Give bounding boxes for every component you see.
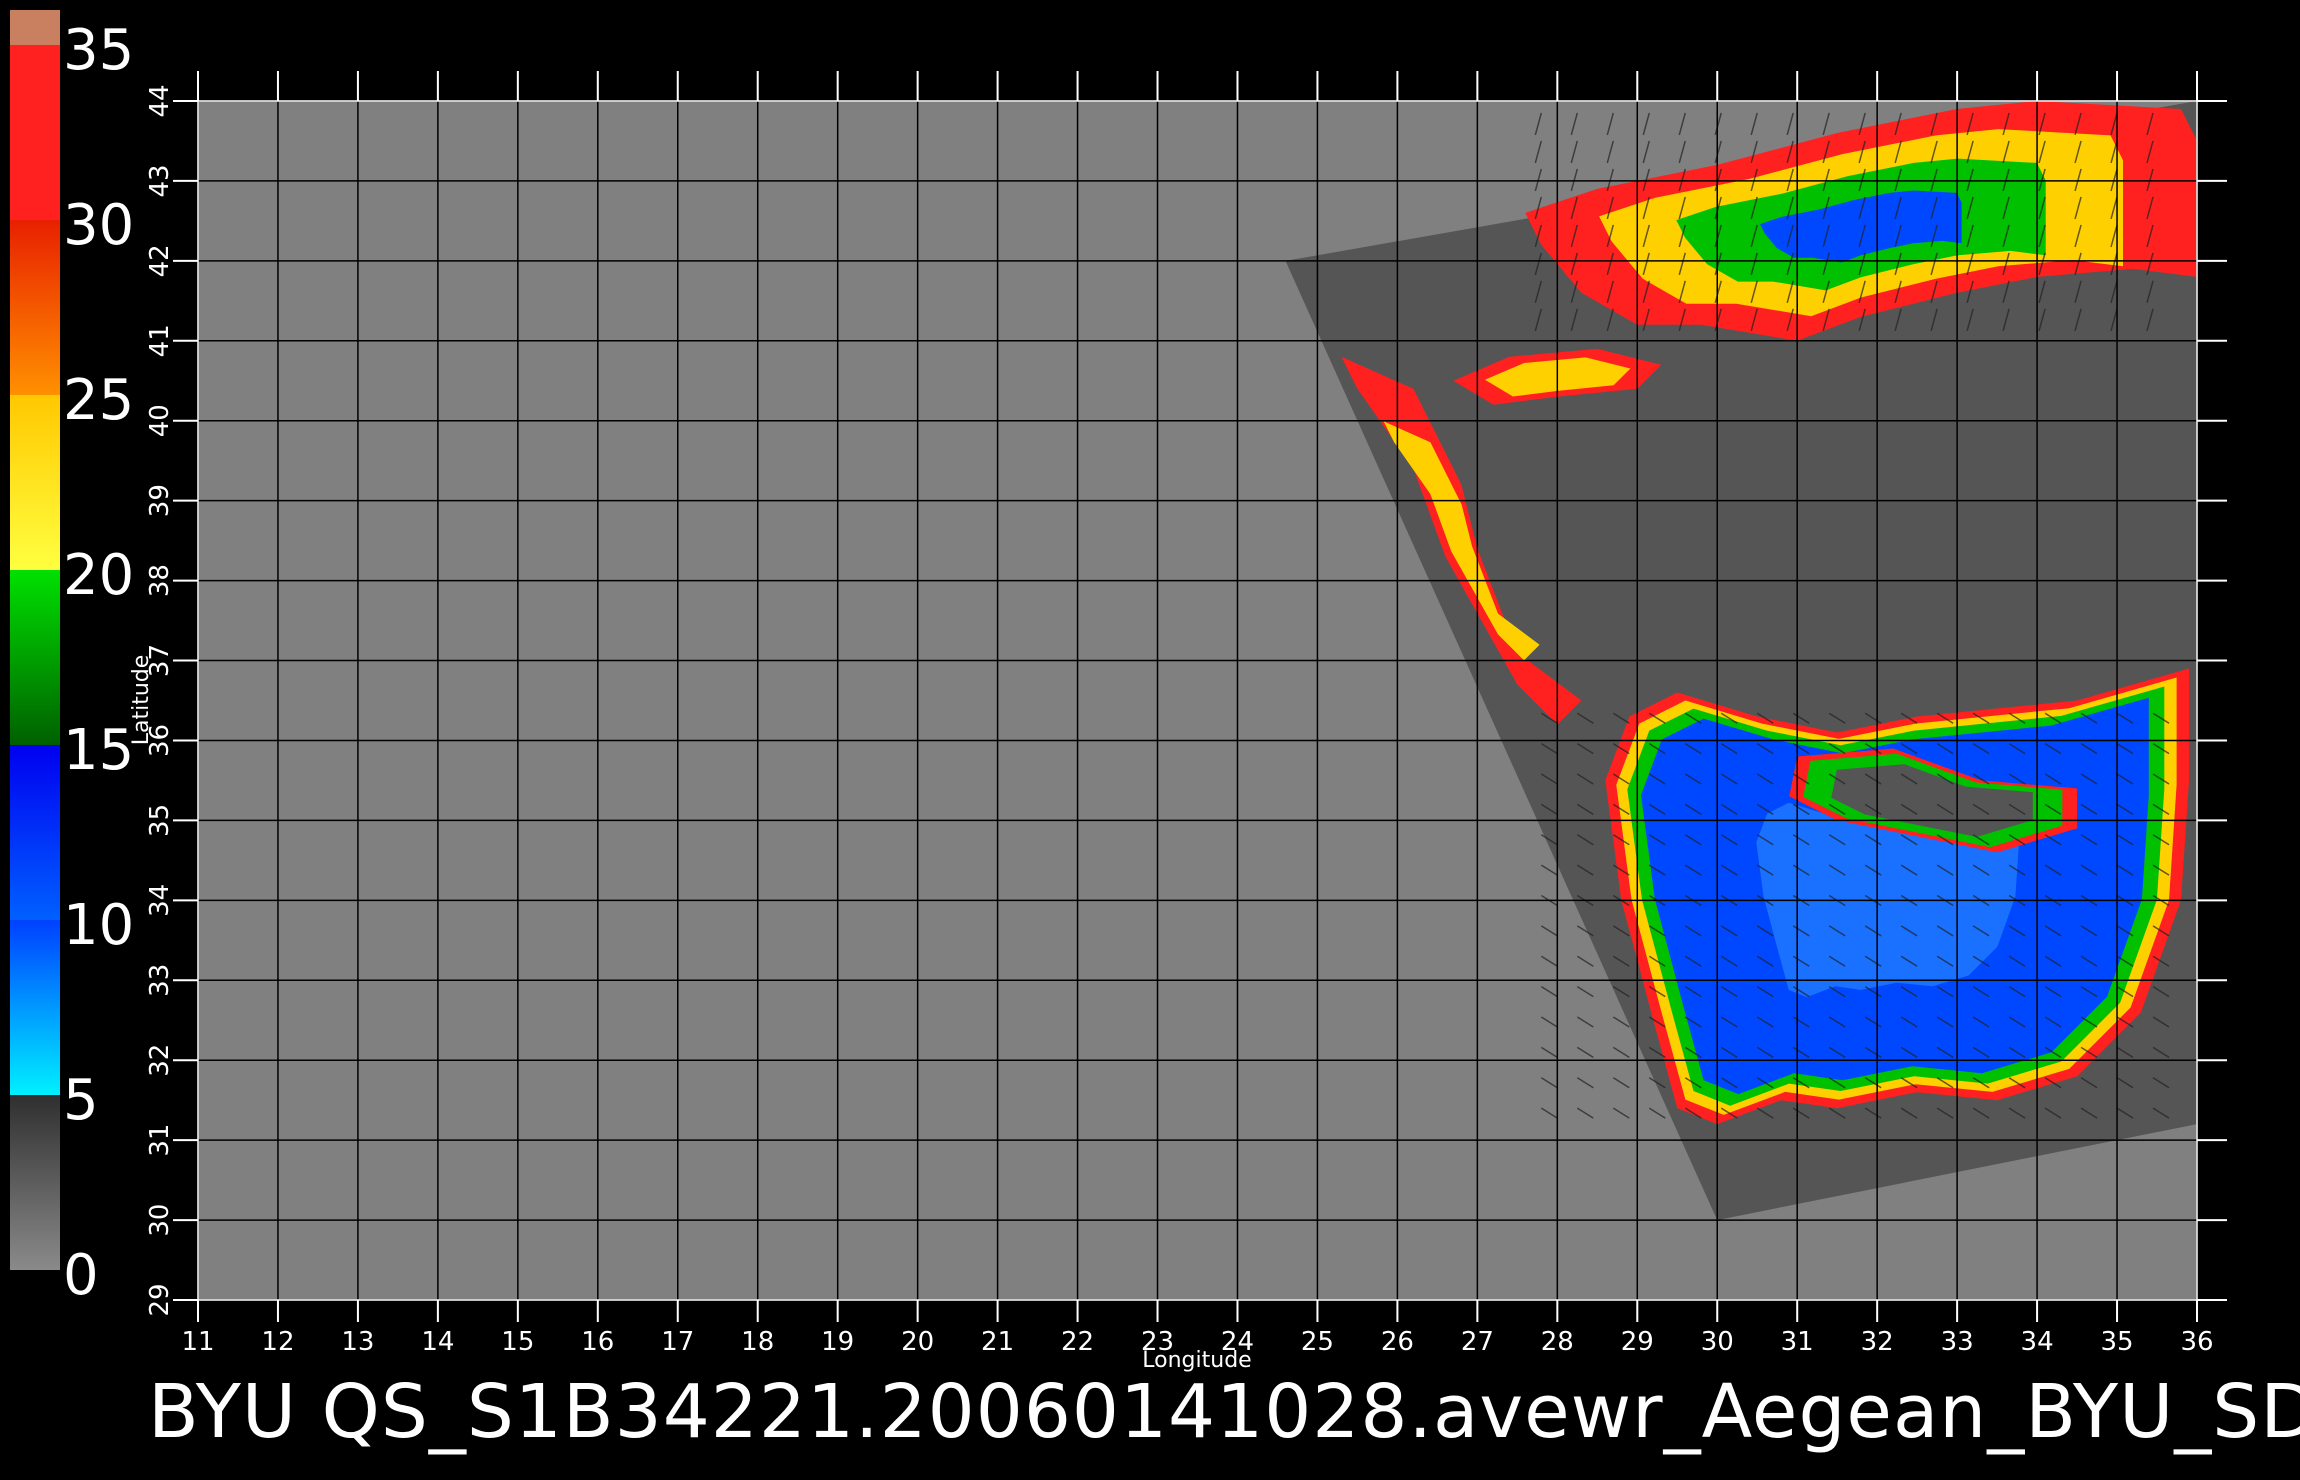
colorbar-label: 30	[63, 193, 134, 258]
colorbar-label: 15	[63, 718, 134, 783]
lat-tick-label: 39	[145, 484, 175, 517]
map-plot-area	[197, 100, 2198, 1301]
lon-tick-label: 31	[1781, 1327, 1814, 1357]
y-axis-label: Latitude	[129, 655, 154, 746]
lon-tick-label: 17	[661, 1327, 694, 1357]
image-title: BYU QS_S1B34221.20060141028.avewr_Aegean…	[148, 1369, 2300, 1455]
lon-tick-label: 30	[1701, 1327, 1734, 1357]
lat-tick-label: 43	[145, 164, 175, 197]
lon-tick-label: 34	[2021, 1327, 2054, 1357]
colorbar-label: 10	[63, 893, 134, 958]
colorbar-label: 25	[63, 368, 134, 433]
lon-tick-label: 19	[821, 1327, 854, 1357]
lon-tick-label: 22	[1061, 1327, 1094, 1357]
lat-tick-label: 42	[145, 244, 175, 277]
lon-tick-label: 11	[181, 1327, 214, 1357]
colorbar-segment	[10, 10, 60, 45]
lon-tick-label: 32	[1861, 1327, 1894, 1357]
colorbar-label: 35	[63, 18, 134, 83]
lon-tick-label: 13	[341, 1327, 374, 1357]
lat-tick-label: 44	[145, 84, 175, 117]
colorbar-segment	[10, 1095, 60, 1270]
lon-tick-label: 33	[1941, 1327, 1974, 1357]
lon-tick-label: 35	[2100, 1327, 2133, 1357]
lon-tick-label: 20	[901, 1327, 934, 1357]
colorbar-segment	[10, 920, 60, 1095]
lat-tick-label: 31	[145, 1124, 175, 1157]
lon-tick-label: 26	[1381, 1327, 1414, 1357]
wind-speed-colorbar: 0 5 10 15 20 25 30 35	[10, 10, 134, 1308]
lat-tick-label: 35	[145, 804, 175, 837]
colorbar-label: 5	[63, 1068, 99, 1133]
lon-tick-label: 28	[1541, 1327, 1574, 1357]
lon-tick-label: 25	[1301, 1327, 1334, 1357]
lat-tick-label: 38	[145, 564, 175, 597]
lat-tick-label: 40	[145, 404, 175, 437]
lat-tick-label: 30	[145, 1204, 175, 1237]
lon-tick-label: 16	[581, 1327, 614, 1357]
lat-tick-label: 34	[145, 884, 175, 917]
colorbar-segment	[10, 395, 60, 570]
lat-tick-label: 33	[145, 964, 175, 997]
colorbar-segment	[10, 220, 60, 395]
lat-tick-label: 41	[145, 324, 175, 357]
lat-tick-label: 29	[145, 1283, 175, 1316]
colorbar-label: 20	[63, 543, 134, 608]
lon-tick-label: 14	[421, 1327, 454, 1357]
lat-tick-label: 32	[145, 1044, 175, 1077]
lon-tick-label: 36	[2180, 1327, 2213, 1357]
lon-tick-label: 21	[981, 1327, 1014, 1357]
lon-tick-label: 12	[261, 1327, 294, 1357]
lon-tick-label: 15	[501, 1327, 534, 1357]
colorbar-segment	[10, 570, 60, 745]
colorbar-segment	[10, 745, 60, 920]
lon-tick-label: 29	[1621, 1327, 1654, 1357]
lon-tick-label: 18	[741, 1327, 774, 1357]
lon-tick-label: 27	[1461, 1327, 1494, 1357]
colorbar-segment	[10, 45, 60, 220]
colorbar-label: 0	[63, 1243, 99, 1308]
wind-speed-map: 0 5 10 15 20 25 30 35 11 12 13 14 15 16 17 18 19 20 21 22 2…	[10, 10, 2227, 1373]
